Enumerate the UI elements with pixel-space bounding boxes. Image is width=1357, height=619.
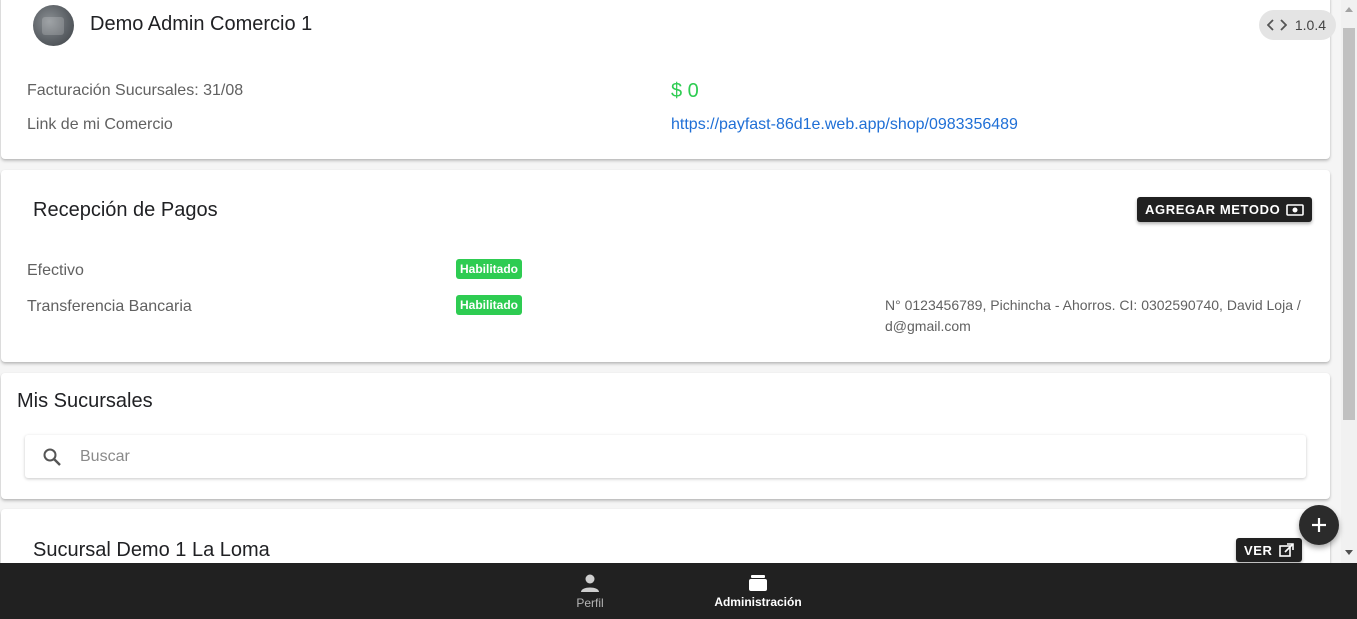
branches-card: Mis Sucursales <box>1 373 1330 499</box>
add-method-button[interactable]: AGREGAR METODO <box>1137 197 1313 222</box>
main-scroll-area[interactable]: Demo Admin Comercio 1 1.0.4 Facturación … <box>0 0 1341 563</box>
scroll-up-icon[interactable] <box>1345 7 1353 12</box>
payments-card: Recepción de Pagos AGREGAR METODO Efecti… <box>1 170 1330 362</box>
add-method-label: AGREGAR METODO <box>1145 202 1281 217</box>
billing-label: Facturación Sucursales: 31/08 <box>27 82 244 99</box>
nav-item-perfil[interactable]: Perfil <box>530 563 650 619</box>
bottom-navigation: Perfil Administración <box>0 563 1357 619</box>
cash-icon <box>1286 203 1305 216</box>
open-in-new-icon <box>1278 543 1294 557</box>
add-branch-fab[interactable] <box>1299 505 1339 545</box>
person-icon <box>581 574 599 592</box>
method-name: Transferencia Bancaria <box>27 298 192 315</box>
shop-link-label: Link de mi Comercio <box>27 116 173 133</box>
search-icon <box>43 448 61 466</box>
view-branch-button[interactable]: VER <box>1236 538 1302 562</box>
nav-item-administracion[interactable]: Administración <box>698 563 818 619</box>
view-label: VER <box>1244 542 1273 558</box>
version-label: 1.0.4 <box>1294 17 1326 33</box>
billing-amount: $ 0 <box>671 80 699 102</box>
shop-summary-card: Demo Admin Comercio 1 1.0.4 Facturación … <box>1 0 1336 159</box>
branches-title: Mis Sucursales <box>17 390 153 412</box>
scrollbar[interactable] <box>1341 0 1357 563</box>
scroll-thumb[interactable] <box>1343 28 1355 420</box>
shop-link[interactable]: https://payfast-86d1e.web.app/shop/09833… <box>671 116 1018 134</box>
search-box[interactable] <box>25 435 1306 478</box>
nav-label: Perfil <box>576 595 604 610</box>
version-pill[interactable]: 1.0.4 <box>1258 10 1336 40</box>
method-name: Efectivo <box>27 262 84 279</box>
plus-icon <box>1312 518 1326 532</box>
shop-avatar[interactable] <box>33 5 74 46</box>
scroll-down-icon[interactable] <box>1345 550 1353 555</box>
branch-card: Sucursal Demo 1 La Loma VER <box>1 509 1330 563</box>
method-details: N° 0123456789, Pichincha - Ahorros. CI: … <box>885 297 1301 334</box>
branch-name: Sucursal Demo 1 La Loma <box>33 539 270 561</box>
status-badge: Habilitado <box>456 259 523 279</box>
code-icon <box>1266 19 1287 31</box>
search-input[interactable] <box>80 441 1280 472</box>
nav-label: Administración <box>714 594 802 609</box>
payments-title: Recepción de Pagos <box>33 199 218 221</box>
shop-title: Demo Admin Comercio 1 <box>90 13 313 35</box>
wallet-icon <box>749 574 767 591</box>
status-badge: Habilitado <box>456 295 523 315</box>
